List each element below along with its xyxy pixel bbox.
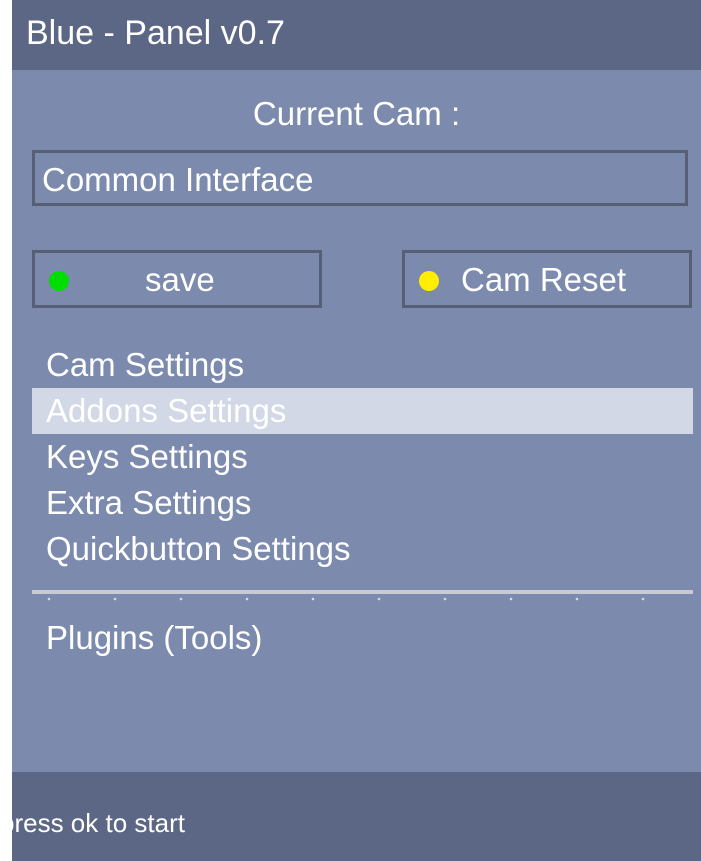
menu-item-extra-settings[interactable]: Extra Settings xyxy=(32,480,693,526)
current-cam-label: Current Cam : xyxy=(252,95,461,132)
cam-reset-button[interactable]: Cam Reset xyxy=(402,250,692,308)
menu-item-addons-settings[interactable]: Addons Settings xyxy=(32,388,693,434)
separator-dots xyxy=(32,597,693,601)
title-bar: Blue - Panel v0.7 xyxy=(12,0,701,70)
window-title: Blue - Panel v0.7 xyxy=(26,14,285,52)
menu-item-keys-settings[interactable]: Keys Settings xyxy=(32,434,693,480)
current-cam-field[interactable]: Common Interface xyxy=(32,150,688,206)
menu-item-cam-settings[interactable]: Cam Settings xyxy=(32,342,693,388)
cam-reset-button-label: Cam Reset xyxy=(461,261,627,298)
settings-menu: Cam Settings Addons Settings Keys Settin… xyxy=(32,342,693,572)
green-indicator-icon xyxy=(49,271,69,291)
panel-window: Blue - Panel v0.7 Current Cam : Common I… xyxy=(12,0,701,861)
yellow-indicator-icon xyxy=(419,271,439,291)
current-cam-value: Common Interface xyxy=(42,161,314,198)
status-text: press ok to start xyxy=(0,808,185,838)
menu-separator xyxy=(32,590,693,594)
menu-item-plugins-tools[interactable]: Plugins (Tools) xyxy=(46,615,262,661)
menu-item-quickbutton-settings[interactable]: Quickbutton Settings xyxy=(32,526,693,572)
save-button[interactable]: save xyxy=(32,250,322,308)
save-button-label: save xyxy=(145,261,215,298)
